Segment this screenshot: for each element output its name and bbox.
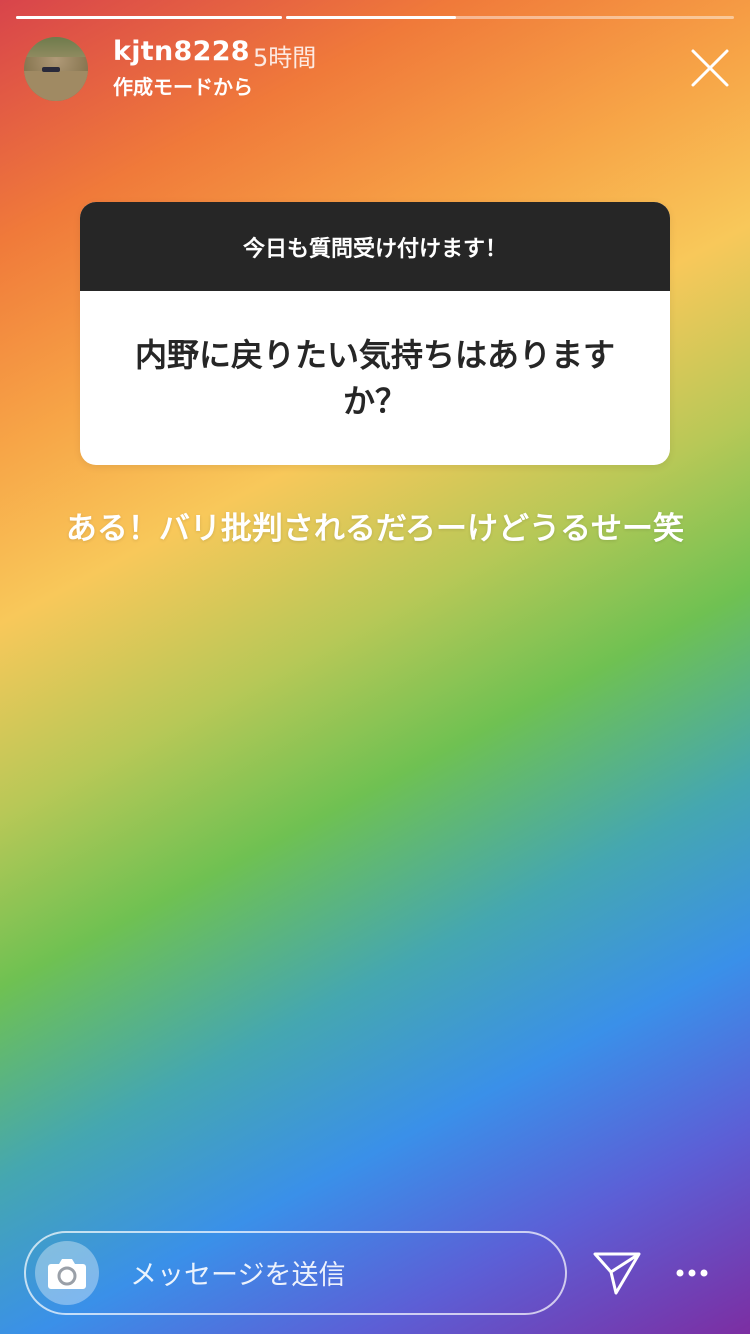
answer-text: ある！バリ批判されるだろーけどうるせー笑 — [65, 511, 685, 547]
progress-fill — [286, 16, 457, 19]
question-text: 内野に戻りたい気持ちはありますか？ — [134, 335, 615, 420]
story-progress — [16, 16, 734, 19]
avatar[interactable] — [24, 37, 88, 101]
camera-icon — [48, 1259, 86, 1289]
progress-segment — [16, 16, 282, 19]
more-icon[interactable] — [672, 1258, 712, 1288]
post-time: 5時間 — [253, 44, 317, 72]
question-card-header: 今日も質問受け付けます！ — [80, 202, 670, 291]
username[interactable]: kjtn8228 — [113, 36, 250, 67]
message-bar[interactable]: メッセージを送信 — [24, 1231, 567, 1315]
message-input[interactable]: メッセージを送信 — [130, 1253, 345, 1292]
question-card: 今日も質問受け付けます！ 内野に戻りたい気持ちはありますか？ — [80, 202, 670, 465]
camera-button[interactable] — [35, 1241, 99, 1305]
send-icon[interactable] — [592, 1250, 642, 1296]
close-icon[interactable] — [688, 46, 732, 90]
progress-segment — [286, 16, 734, 19]
story-background — [0, 0, 750, 1334]
story-subtitle[interactable]: 作成モードから — [113, 71, 253, 100]
progress-fill — [16, 16, 282, 19]
